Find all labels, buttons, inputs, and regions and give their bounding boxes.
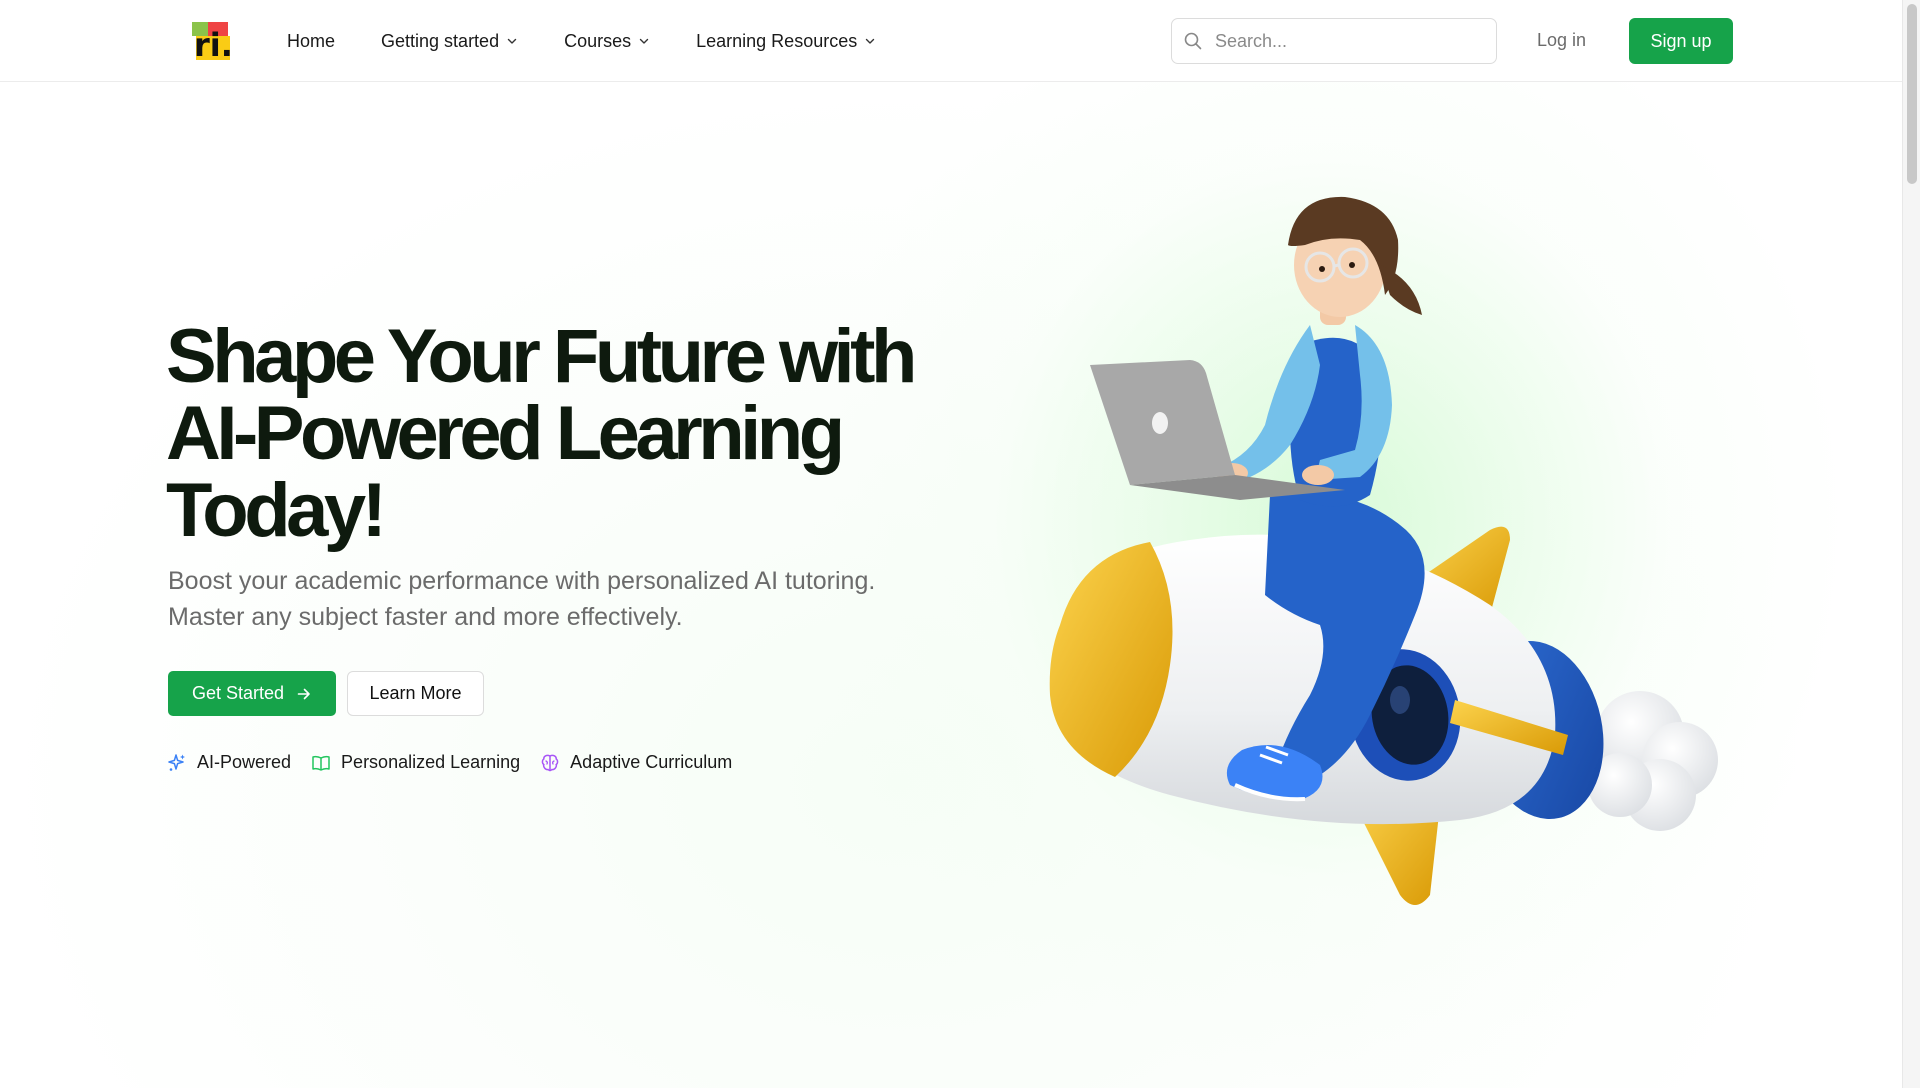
- top-navigation-bar: ri. Home Getting started Courses Learnin…: [0, 0, 1902, 82]
- search-input[interactable]: [1215, 30, 1475, 52]
- chevron-down-icon: [866, 38, 875, 44]
- nav-home[interactable]: Home: [287, 31, 335, 52]
- search-icon: [1184, 32, 1202, 50]
- brand-logo[interactable]: ri.: [190, 20, 234, 64]
- nav-learning-resources[interactable]: Learning Resources: [696, 31, 876, 52]
- hero-title-line: Shape Your Future with: [166, 314, 917, 399]
- feature-label: Adaptive Curriculum: [570, 752, 733, 772]
- brain-icon: [541, 754, 559, 771]
- sparkles-icon: [168, 753, 185, 771]
- feature-adaptive-curriculum: Adaptive Curriculum: [540, 752, 732, 773]
- nav-learning-resources-label: Learning Resources: [696, 30, 858, 51]
- book-open-icon: [312, 755, 330, 771]
- hero-title-line: AI-Powered Learning: [166, 391, 845, 476]
- chevron-down-icon: [507, 38, 517, 44]
- hero-title-line: Today!: [166, 468, 387, 553]
- nav-courses[interactable]: Courses: [564, 31, 650, 52]
- scrollbar-thumb[interactable]: [1907, 4, 1917, 184]
- feature-label: AI-Powered: [197, 752, 292, 772]
- nav-getting-started-label: Getting started: [381, 30, 500, 51]
- svg-text:ri.: ri.: [194, 26, 233, 62]
- hero-title: Shape Your Future with AI-Powered Learni…: [166, 318, 926, 549]
- search-box: [1171, 18, 1497, 64]
- feature-list: AI-Powered Personalized Learning Adaptiv…: [167, 752, 752, 773]
- main-nav: Home Getting started Courses Learning Re…: [287, 0, 922, 82]
- get-started-label: Get Started: [191, 683, 285, 703]
- learn-more-button[interactable]: Learn More: [347, 671, 484, 716]
- nav-courses-label: Courses: [564, 30, 632, 51]
- arrow-right-icon: [297, 688, 310, 699]
- nav-home-label: Home: [287, 30, 336, 51]
- smoke-cloud: [1588, 691, 1718, 831]
- feature-ai-powered: AI-Powered: [167, 752, 291, 773]
- hero-subtitle-line: Master any subject faster and more effec…: [168, 603, 683, 631]
- signup-button[interactable]: Sign up: [1629, 18, 1733, 64]
- login-link[interactable]: Log in: [1537, 30, 1586, 51]
- feature-label: Personalized Learning: [341, 752, 521, 772]
- page-scrollbar[interactable]: [1902, 0, 1920, 1088]
- hero-subtitle: Boost your academic performance with per…: [168, 563, 928, 635]
- nav-getting-started[interactable]: Getting started: [381, 31, 518, 52]
- feature-personalized-learning: Personalized Learning: [311, 752, 520, 773]
- chevron-down-icon: [639, 38, 649, 44]
- get-started-button[interactable]: Get Started: [168, 671, 336, 716]
- hero-illustration-girl-on-rocket: [1049, 196, 1718, 905]
- hero-subtitle-line: Boost your academic performance with per…: [168, 567, 876, 595]
